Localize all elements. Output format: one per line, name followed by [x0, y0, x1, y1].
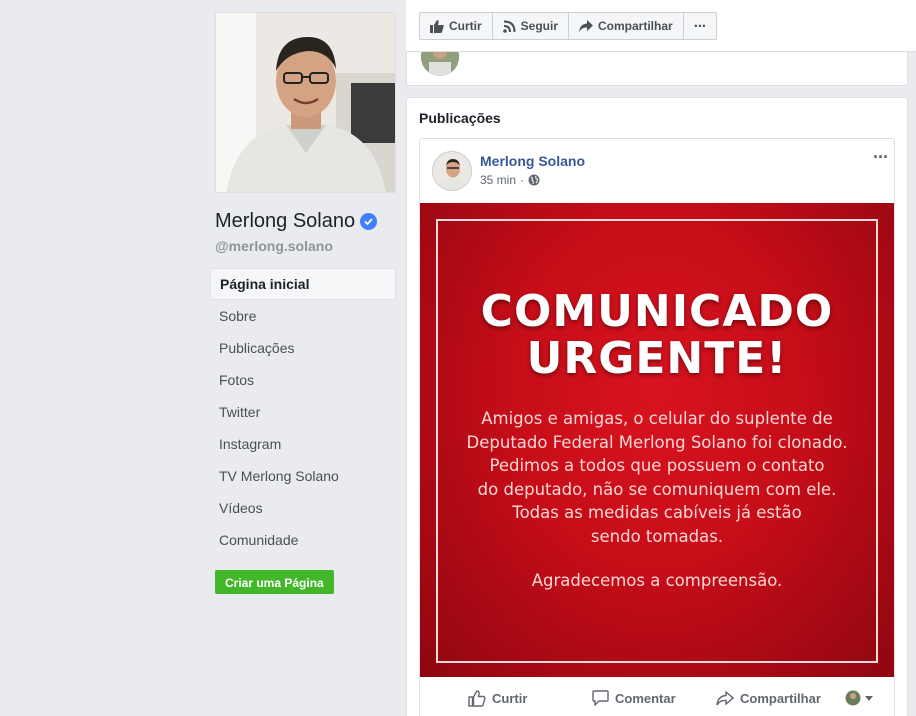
- publications-card: Publicações Merlong Solano 35 min · ··· …: [406, 97, 908, 716]
- post-share-button[interactable]: Compartilhar: [716, 690, 821, 706]
- profile-photo[interactable]: [215, 12, 396, 193]
- like-page-label: Curtir: [449, 19, 482, 33]
- more-options-label: ···: [693, 17, 707, 35]
- nav-item-fotos[interactable]: Fotos: [210, 364, 396, 396]
- rss-icon: [502, 20, 516, 33]
- post-comment-button[interactable]: Comentar: [592, 690, 676, 706]
- nav-item-pagina-inicial[interactable]: Página inicial: [210, 268, 396, 300]
- image-body-text: Amigos e amigas, o celular do suplente d…: [420, 407, 894, 548]
- verified-badge-icon: [360, 213, 378, 230]
- post-author-avatar[interactable]: [432, 151, 472, 191]
- profile-photo-image: [216, 13, 395, 192]
- nav-item-publicacoes[interactable]: Publicações: [210, 332, 396, 364]
- nav-item-videos[interactable]: Vídeos: [210, 492, 396, 524]
- image-heading-line1: COMUNICADO: [480, 286, 834, 337]
- image-closing-text: Agradecemos a compreensão.: [531, 571, 783, 590]
- nav-item-comunidade[interactable]: Comunidade: [210, 524, 396, 556]
- comment-bubble-icon: [592, 690, 609, 706]
- reaction-avatar-selector[interactable]: [845, 690, 881, 706]
- avatar-dropdown-icon: [845, 690, 873, 706]
- post-image[interactable]: COMUNICADO URGENTE! Amigos e amigas, o c…: [420, 203, 894, 677]
- post-comment-label: Comentar: [615, 690, 676, 706]
- thumbs-up-icon: [430, 19, 444, 33]
- like-page-button[interactable]: Curtir: [419, 12, 493, 40]
- image-body-line: Pedimos a todos que possuem o contato: [489, 456, 825, 475]
- image-body-line: sendo tomadas.: [590, 526, 724, 546]
- page-title[interactable]: Merlong Solano: [215, 210, 378, 233]
- follow-button[interactable]: Seguir: [492, 12, 570, 40]
- post-meta: 35 min ·: [480, 173, 540, 187]
- publications-title: Publicações: [419, 110, 501, 126]
- post: Merlong Solano 35 min · ··· COMUNICADO U…: [419, 138, 895, 716]
- image-body-line: Todas as medidas cabíveis já estão: [512, 503, 802, 522]
- post-actions: Curtir Comentar Compartilhar: [420, 679, 894, 716]
- globe-icon: [528, 174, 540, 186]
- nav-item-sobre[interactable]: Sobre: [210, 300, 396, 332]
- nav-item-tv[interactable]: TV Merlong Solano: [210, 460, 396, 492]
- share-outline-icon: [716, 690, 734, 706]
- follow-label: Seguir: [520, 19, 559, 33]
- page-handle: @merlong.solano: [215, 238, 333, 254]
- post-like-button[interactable]: Curtir: [468, 689, 528, 707]
- post-author-name[interactable]: Merlong Solano: [480, 153, 585, 169]
- nav-item-twitter[interactable]: Twitter: [210, 396, 396, 428]
- page-action-buttons: Curtir Seguir Compartilhar ···: [419, 12, 717, 40]
- post-share-label: Compartilhar: [740, 690, 821, 706]
- meta-separator: ·: [520, 173, 525, 187]
- page-nav: Página inicial Sobre Publicações Fotos T…: [210, 268, 396, 556]
- share-page-button[interactable]: Compartilhar: [569, 12, 684, 40]
- image-body-line: Amigos e amigas, o celular do suplente d…: [481, 409, 833, 428]
- post-like-label: Curtir: [492, 690, 528, 706]
- image-body-line: Deputado Federal Merlong Solano foi clon…: [466, 432, 848, 452]
- image-body-line: do deputado, não se comuniquem com ele.: [477, 479, 837, 499]
- post-timestamp[interactable]: 35 min: [480, 173, 516, 187]
- create-page-button[interactable]: Criar uma Página: [215, 570, 334, 594]
- post-options-button[interactable]: ···: [873, 147, 889, 168]
- nav-item-instagram[interactable]: Instagram: [210, 428, 396, 460]
- image-heading-line2: URGENTE!: [526, 333, 788, 384]
- page-name-text[interactable]: Merlong Solano: [215, 210, 355, 233]
- share-arrow-icon: [579, 20, 594, 32]
- share-page-label: Compartilhar: [598, 19, 673, 33]
- more-options-button[interactable]: ···: [683, 12, 717, 40]
- thumbs-up-outline-icon: [468, 689, 486, 707]
